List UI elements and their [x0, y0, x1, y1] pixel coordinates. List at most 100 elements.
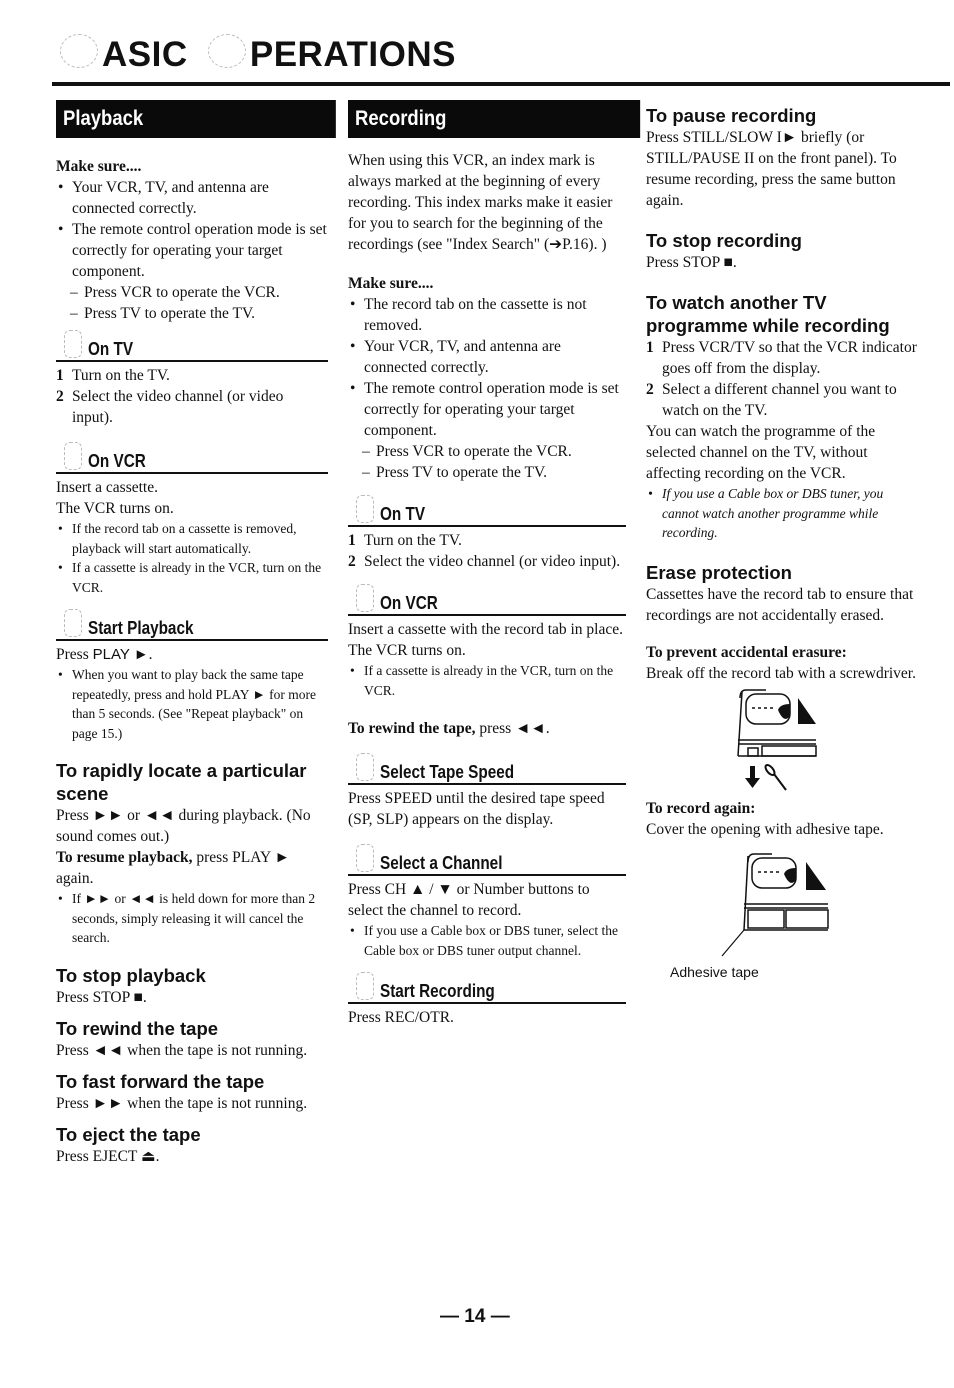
step-text: Press CH ▲ / ▼ or Number buttons to sele… [348, 881, 590, 919]
step-heading-channel: Select a Channel [348, 844, 626, 876]
step-text: Insert a cassette. [56, 479, 158, 496]
step-heading-start-recording: Start Recording [348, 972, 626, 1004]
list-item: Turn on the TV. [56, 365, 328, 386]
notes-list: If ►► or ◄◄ is held down for more than 2… [56, 889, 328, 948]
list-item: The remote control operation mode is set… [56, 219, 328, 282]
make-sure-list: Your VCR, TV, and antenna are connected … [56, 177, 328, 324]
section-heading-stop-recording: To stop recording [646, 230, 802, 251]
step-number-5-icon [356, 972, 374, 1000]
playback-banner: Playback [56, 100, 336, 138]
notes-list: If the record tab on a cassette is remov… [56, 519, 328, 597]
list-item: If a cassette is already in the VCR, tur… [348, 661, 626, 700]
notes-list: If you use a Cable box or DBS tuner, you… [646, 484, 922, 543]
arrow-down-icon [745, 765, 760, 788]
section-text: To resume playback, press PLAY ► again. [56, 849, 290, 887]
list-item: If the record tab on a cassette is remov… [56, 519, 328, 558]
section-heading-rewind: To rewind the tape [56, 1017, 219, 1039]
section-text: You can watch the programme of the selec… [646, 423, 876, 482]
cassette-tab-break-illustration [737, 688, 817, 791]
list-item: Press VCR to operate the VCR. [348, 441, 626, 462]
step-heading-on-tv: On TV [348, 495, 626, 527]
right-column: To pause recording Press STILL/SLOW I► b… [646, 100, 922, 980]
title-part-1: ASIC [102, 35, 188, 74]
step-number-3-icon [64, 609, 82, 637]
list-item: If a cassette is already in the VCR, tur… [56, 558, 328, 597]
section-heading-eject: To eject the tape [56, 1123, 201, 1145]
steps-list: Turn on the TV. Select the video channel… [56, 365, 328, 428]
list-item: Press TV to operate the TV. [348, 462, 626, 483]
title-ghost-letter-o [207, 34, 246, 68]
step-number-1-icon [64, 330, 82, 358]
screwdriver-icon [764, 763, 787, 791]
record-again-label: To record again: [646, 799, 756, 817]
step-text: The VCR turns on. [348, 642, 466, 659]
step-number-2-icon [356, 584, 374, 612]
window-triangle-icon [806, 861, 826, 890]
step-heading-on-vcr: On VCR [348, 584, 626, 616]
page-number: — 14 — [440, 1306, 510, 1327]
page-title: ASIC PERATIONS [60, 34, 456, 75]
step-text: Press REC/OTR. [348, 1009, 454, 1026]
make-sure-list: The record tab on the cassette is not re… [348, 294, 626, 483]
section-heading-erase: Erase protection [646, 561, 792, 583]
steps-list: Press VCR/TV so that the VCR indicator g… [646, 337, 922, 421]
step-number-4-icon [356, 844, 374, 872]
title-rule [52, 82, 950, 86]
step-number-2-icon [64, 442, 82, 470]
list-item: Turn on the TV. [348, 530, 626, 551]
section-heading-locate: To rapidly locate a particular scene [56, 760, 307, 804]
section-text: Press ►► when the tape is not running. [56, 1094, 308, 1112]
recording-intro: When using this VCR, an index mark is al… [348, 152, 613, 253]
rewind-text: To rewind the tape, press ◄◄. [348, 720, 550, 737]
section-text: Press ►► or ◄◄ during playback. (No soun… [56, 807, 311, 845]
recording-banner: Recording [348, 100, 640, 138]
list-item: When you want to play back the same tape… [56, 665, 328, 743]
step-heading-on-tv: On TV [56, 330, 328, 362]
section-heading-watch: To watch another TV programme while reco… [646, 292, 890, 336]
list-item: Select the video channel (or video input… [56, 386, 328, 428]
section-text: Press STOP ■. [56, 988, 147, 1006]
list-item: Select a different channel you want to w… [646, 379, 922, 421]
step-heading-start-playback: Start Playback [56, 609, 328, 641]
make-sure-label: Make sure.... [56, 158, 142, 175]
window-triangle-icon [798, 697, 816, 724]
reel-icon [784, 867, 796, 883]
list-item: Press VCR/TV so that the VCR indicator g… [646, 337, 922, 379]
step-heading-tape-speed: Select Tape Speed [348, 753, 626, 785]
notes-list: If you use a Cable box or DBS tuner, sel… [348, 921, 626, 960]
section-text: Cassettes have the record tab to ensure … [646, 585, 914, 624]
title-ghost-letter-b [60, 34, 98, 68]
list-item: If you use a Cable box or DBS tuner, sel… [348, 921, 626, 960]
section-heading-pause: To pause recording [646, 105, 817, 126]
section-heading-stop: To stop playback [56, 964, 206, 986]
leader-line [721, 929, 745, 956]
notes-list: When you want to play back the same tape… [56, 665, 328, 743]
list-item: Your VCR, TV, and antenna are connected … [348, 336, 626, 378]
reel-icon [778, 703, 790, 719]
list-item: The record tab on the cassette is not re… [348, 294, 626, 336]
cassette-tape-cover-illustration [721, 852, 829, 956]
step-text: The VCR turns on. [56, 500, 174, 517]
recording-column: Recording When using this VCR, an index … [348, 100, 640, 1028]
playback-column: Playback Make sure.... Your VCR, TV, and… [56, 100, 336, 1167]
list-item: The remote control operation mode is set… [348, 378, 626, 441]
section-text: Cover the opening with adhesive tape. [646, 820, 884, 838]
step-text: Press PLAY ►. [56, 646, 153, 663]
section-text: Press ◄◄ when the tape is not running. [56, 1041, 308, 1059]
list-item: If you use a Cable box or DBS tuner, you… [646, 484, 922, 543]
section-text: Press STOP ■. [646, 254, 737, 271]
list-item: Your VCR, TV, and antenna are connected … [56, 177, 328, 219]
section-text: Break off the record tab with a screwdri… [646, 664, 916, 682]
notes-list: If a cassette is already in the VCR, tur… [348, 661, 626, 700]
adhesive-tape-label: Adhesive tape [670, 963, 759, 980]
step-heading-on-vcr: On VCR [56, 442, 328, 474]
step-number-3-icon [356, 753, 374, 781]
step-text: Insert a cassette with the record tab in… [348, 621, 624, 638]
list-item: Press VCR to operate the VCR. [56, 282, 328, 303]
section-heading-ffwd: To fast forward the tape [56, 1070, 265, 1092]
make-sure-label: Make sure.... [348, 275, 434, 292]
list-item: Press TV to operate the TV. [56, 303, 328, 324]
section-text: Press EJECT ⏏. [56, 1147, 160, 1165]
prevent-label: To prevent accidental erasure: [646, 643, 847, 661]
list-item: If ►► or ◄◄ is held down for more than 2… [56, 889, 328, 948]
